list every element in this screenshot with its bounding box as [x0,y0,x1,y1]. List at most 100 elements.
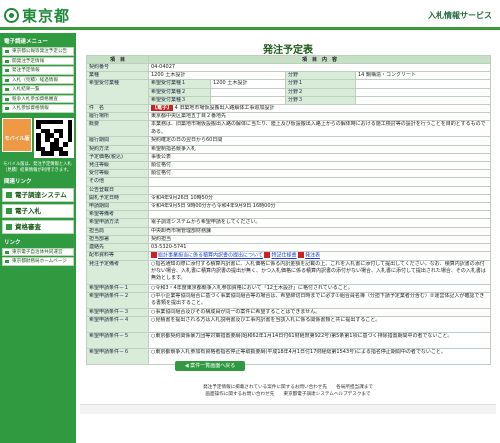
condition-3-value: ○事業協同組合及びその構成員が同一の案件に希望することはできません。 [147,308,492,318]
pdf-icon [151,252,157,259]
row-label: 履行場所 [86,112,149,122]
industry-value: 1200 土木設計 [148,71,286,81]
row-label: 受付等級 [86,169,149,179]
row-label: 希望申請条件－６ [86,348,149,366]
sidebar-link-finance-bureau[interactable]: 東京都財務局ホームページ [2,257,74,266]
row-label: 概要 [86,120,149,138]
attachment-link-estimate[interactable]: 総計事業担当に係る積算内訳書の提出について [158,253,263,259]
row-label: 希望等備考 [86,210,149,220]
application-period-value: 令和4年9月5日 9時00分から令和4年9月9日 16時00分 [147,202,492,212]
condition-2-value: ○中小企業等協同組合に基づく事業協同組合等の場合は、希望締切日時までに必ず①組合… [147,292,492,310]
sidebar-links-title: 関連リンク [4,178,32,185]
sidebar-item-order-plan[interactable]: 発注予定情報 [2,66,74,75]
order-grade-value: 順位格付 [147,161,492,171]
sidebar-menu-title: 電子調達メニュー [4,39,49,45]
sidebar-item-qualification-info[interactable]: 入札参加資格情報 [2,104,74,113]
column-header-content: 項 目 内 容 [147,55,492,64]
contact-value: 03-5320-5741 [147,243,492,253]
pdf-icon [298,252,305,259]
row-label: 契約方法 [86,144,149,154]
field-value: 14 鋼構造・コンクリート [354,71,492,81]
main-content: 発注予定表 項 目項 目 内 容 契約番号 04-04027 業種 1200 土木設… [80,33,496,433]
row-label: 希望申請条件－４ [86,316,149,334]
accept-grade-value: 順位格付 [147,169,492,179]
mobile-label[interactable]: モバイル版 [2,117,32,152]
row-label: 発注予定備考 [86,259,149,285]
contract-number: 04-04027 [147,62,492,73]
qr-code-icon [34,117,74,158]
desired-industry-3-value [210,95,286,106]
row-label: 希望申請条件－５ [86,332,149,350]
row-label: 希望申請条件－２ [86,292,149,310]
footer-contact-2: 画面操作に関するお問い合わせ先 東京都電子調達システムヘルプデスクまで [205,392,371,397]
tokyo-emblem-icon [4,8,19,23]
logo[interactable]: 東京都 [4,5,70,26]
condition-4-value: ○見積書を提出される方は入札説明書及び工事内訳書を当該入札に係る関係書類と共に提… [147,316,492,334]
row-label: 公告登載日 [86,185,149,195]
sidebar-bottom-links-title: リンク [4,239,21,246]
condition-5-value: ○東京都契約関係暴力団等対策措置要綱(昭和62年1月14日付61財経庶第922号… [147,332,492,350]
sidebar-link-qualification[interactable]: 資格審査 [2,219,74,234]
detail-table: 項 目項 目 内 容 契約番号 04-04027 業種 1200 土木設計 分野 14 … [86,55,492,366]
estimated-price-value: 事後公表 [147,152,492,163]
logo-text: 東京都 [22,7,71,25]
electronic-badge: 【電子】 [151,105,174,112]
field-3-label: 分野３ [285,95,356,106]
attachment-link-spec[interactable]: 特記仕様書 [271,253,296,259]
other-value [147,177,492,187]
order-remarks-value: ○指名通知の際に添付する積算内訳書に、入札価格に係る内訳金額を記載の上、これを入… [147,259,492,285]
attachments: 総計事業担当に係る積算内訳書の提出について 特記仕様書 発注表 [147,251,492,261]
location-value: 東京都中央区築地五丁目２番地先 [147,112,492,122]
field-1-label: 分野１ [285,79,356,89]
desired-industry-1-label: 希望受付業種１ [148,79,211,89]
row-label: 開札予定日時 [86,193,149,204]
desired-industry-2-label: 希望受付業種２ [148,87,211,97]
footer-contact-1: 発注予定情報に掲載されている案件に関するお問い合わせ先 各局所担当課まで [203,385,373,390]
desired-industry-1-value: 1200 土木設計 [210,79,286,89]
row-label: 希望申請条件－１ [86,283,149,294]
row-label: 発注等級 [86,161,149,171]
opening-date-value: 令和4年9月26日 10時50分 [147,193,492,204]
sidebar-item-announcement[interactable]: 東京都公報等発注予定公告 [2,47,74,56]
sidebar-link-e-bidding[interactable]: 電子入札 [2,203,74,218]
sidebar-link-e-procurement-top[interactable]: 電子調達システム(TOP) [2,187,74,211]
back-to-list-button[interactable]: ◀ 案件一覧画面へ戻る [175,361,245,371]
bottom-bar [80,404,496,414]
department-value: 契約担当 [147,234,492,245]
attachment-link-order-table[interactable]: 発注表 [305,253,320,259]
project-name: 【電子】 4 旧築地市場仮設搬出入路解体工事追加設計 [147,104,492,114]
mobile-note: モバイル版は、発注予定情報と入札（見積）結果情報が利用できます。 [3,161,72,173]
sidebar-link-joint-operation[interactable]: 東京電子自治体共同運営 [2,247,74,256]
page-title: 発注予定表 [263,45,313,56]
application-method-value: 電子調達システムから希望申請をしてください。 [147,218,492,228]
sidebar-item-development-plan[interactable]: 開発注予定情報 [2,56,74,65]
pdf-icon [264,252,271,259]
field-2-value [354,87,492,97]
field-2-label: 分野２ [285,87,356,97]
project-name-text: 4 旧築地市場仮設搬出入路解体工事追加設計 [174,105,275,112]
field-label: 分野 [285,71,356,81]
row-label: 担当部署 [86,234,149,245]
bureau-value: 中央卸売市場管理部財務課 [147,226,492,236]
sidebar-item-qualification-review[interactable]: 競争入札参加資格審査 [2,94,74,103]
period-value: 契約確定の日の翌日から60日間 [147,136,492,146]
row-label: 希望申請条件－３ [86,308,149,318]
footer: 発注予定情報に掲載されている案件に関するお問い合わせ先 各局所担当課まで 画面操… [80,384,496,398]
row-label: その他 [86,177,149,187]
sidebar-item-bid-results[interactable]: 入札結果一覧 [2,85,74,94]
row-label: 予定価格(税込) [86,152,149,163]
summary-value: 本業務は、旧築地市場仮設搬出入路の解体に当たり、陸上及び仮設搬出入路上からの解体… [147,120,492,138]
row-label: 担当局 [86,226,149,236]
row-label: 件 名 [86,104,149,114]
field-1-value [354,79,492,89]
row-label: 希望受付業種 [86,79,149,106]
sidebar: 電子調達メニュー 東京都公報等発注予定公告 開発注予定情報 発注予定情報 入札（… [0,33,76,443]
row-label: 連絡先 [86,243,149,253]
publication-date-value [147,185,492,195]
row-label: 申請期間 [86,202,149,212]
desired-industry-3-label: 希望受付業種３ [148,95,211,106]
row-label: 契約番号 [86,62,149,73]
contract-method-value: 希望制指名競争入札 [147,144,492,154]
row-label: 履行期間 [86,136,149,146]
sidebar-item-bid-progress[interactable]: 入札（見積）経過情報 [2,75,74,84]
